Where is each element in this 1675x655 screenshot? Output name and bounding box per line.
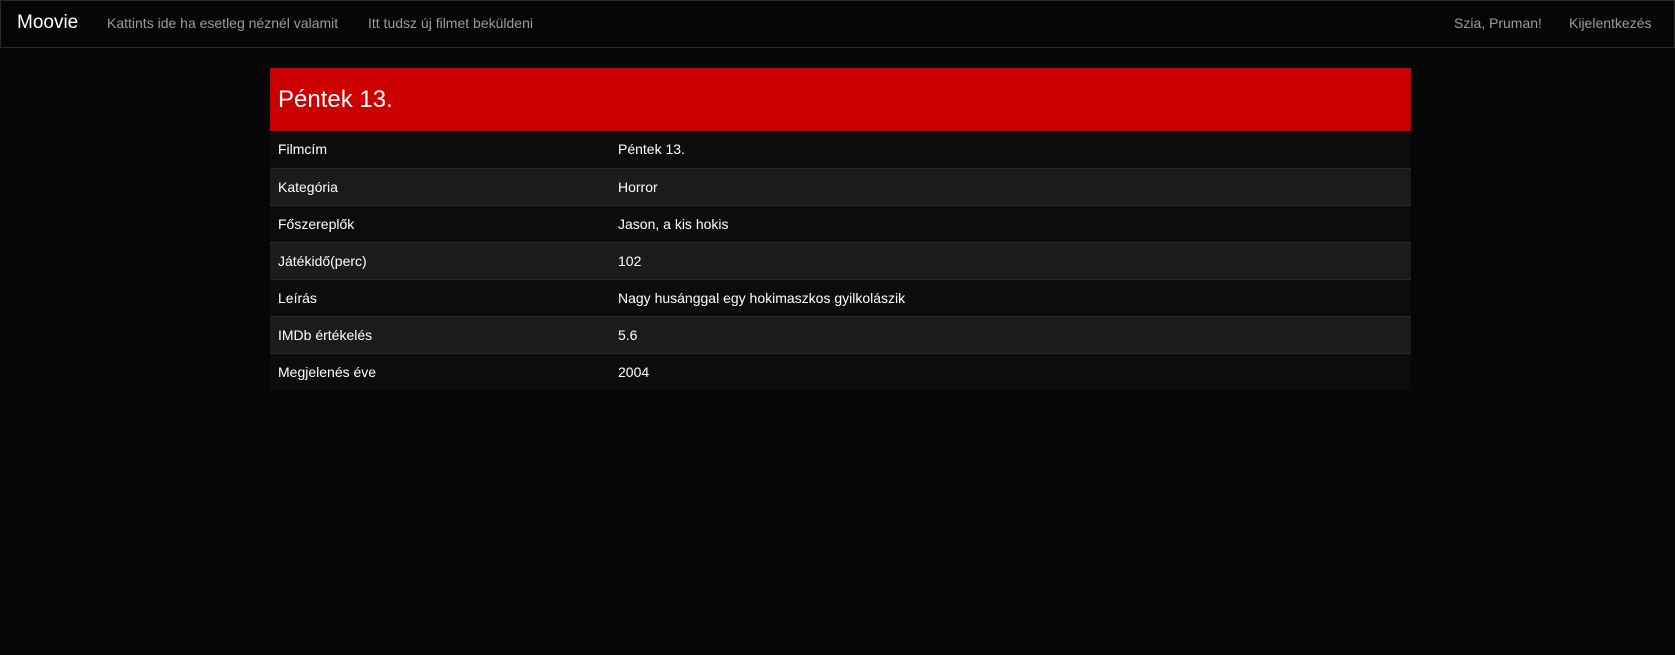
table-row: Játékidő(perc) 102	[270, 241, 1411, 279]
table-row: Filmcím Péntek 13.	[270, 131, 1411, 168]
row-label: Játékidő(perc)	[270, 241, 610, 279]
row-value: 102	[610, 241, 1411, 279]
logout-link[interactable]: Kijelentkezés	[1569, 15, 1652, 31]
row-label: IMDb értékelés	[270, 315, 610, 353]
row-label: Leírás	[270, 278, 610, 316]
table-row: Megjelenés éve 2004	[270, 352, 1411, 390]
table-row: Főszereplők Jason, a kis hokis	[270, 204, 1411, 242]
row-value: 5.6	[610, 315, 1411, 353]
row-value: 2004	[610, 352, 1411, 390]
row-label: Megjelenés éve	[270, 352, 610, 390]
row-value: Nagy husánggal egy hokimaszkos gyilkolás…	[610, 278, 1411, 316]
table-row: Kategória Horror	[270, 167, 1411, 205]
brand-link[interactable]: Moovie	[17, 12, 78, 34]
row-value: Jason, a kis hokis	[610, 204, 1411, 242]
nav-link-browse-movies[interactable]: Kattints ide ha esetleg néznél valamit	[107, 15, 338, 31]
row-label: Kategória	[270, 167, 610, 205]
nav-link-submit-movie[interactable]: Itt tudsz új filmet beküldeni	[368, 15, 533, 31]
movie-details-panel: Péntek 13. Filmcím Péntek 13. Kategória …	[270, 68, 1411, 390]
movie-details-table: Filmcím Péntek 13. Kategória Horror Fősz…	[270, 131, 1411, 390]
table-row: IMDb értékelés 5.6	[270, 315, 1411, 353]
table-row: Leírás Nagy husánggal egy hokimaszkos gy…	[270, 278, 1411, 316]
row-label: Filmcím	[270, 131, 610, 168]
row-label: Főszereplők	[270, 204, 610, 242]
movie-title: Péntek 13.	[278, 85, 393, 113]
movie-title-header: Péntek 13.	[270, 68, 1411, 131]
user-greeting-link[interactable]: Szia, Pruman!	[1454, 15, 1542, 31]
row-value: Horror	[610, 167, 1411, 205]
top-navbar: Moovie Kattints ide ha esetleg néznél va…	[0, 0, 1675, 48]
row-value: Péntek 13.	[610, 131, 1411, 168]
